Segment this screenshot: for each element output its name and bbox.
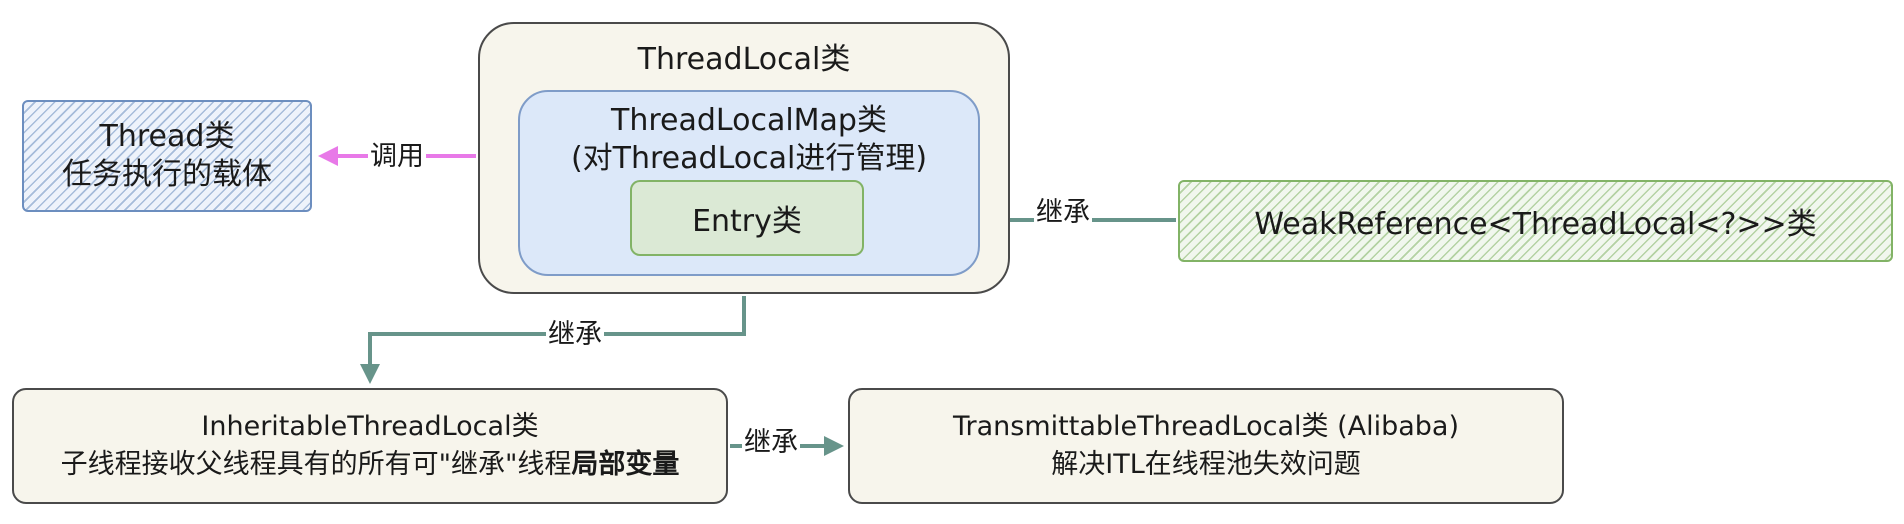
thread-class-title: Thread类 [99,119,235,154]
call-edge-label: 调用 [368,140,426,174]
inherit-down-edge-label: 继承 [546,318,604,352]
inheritablethreadlocal-class-description: 子线程接收父线程具有的所有可"继承"线程局部变量 [61,446,680,484]
threadlocalmap-class-title: ThreadLocalMap类 [611,103,887,138]
weakreference-class-label: WeakReference<ThreadLocal<?>>类 [1254,207,1817,242]
threadlocalmap-class-description: (对ThreadLocal进行管理) [570,141,928,176]
transmittablethreadlocal-class-description: 解决ITL在线程池失效问题 [1051,449,1361,480]
thread-class-box: Thread类 任务执行的载体 [22,100,312,212]
inheritablethreadlocal-class-box: InheritableThreadLocal类 子线程接收父线程具有的所有可"继… [12,388,728,504]
thread-class-description: 任务执行的载体 [62,157,272,192]
entry-class-label: Entry类 [692,204,802,239]
transmittablethreadlocal-class-box: TransmittableThreadLocal类 (Alibaba) 解决IT… [848,388,1564,504]
inheritable-description-bold: 局部变量 [571,449,680,480]
inherit-entry-edge-label: 继承 [1034,196,1092,230]
inheritablethreadlocal-class-title: InheritableThreadLocal类 [201,411,539,442]
inheritable-description-text: 子线程接收父线程具有的所有可"继承"线程 [60,449,572,480]
entry-class-box: Entry类 [630,180,864,256]
inherit-right-edge-label: 继承 [742,426,800,460]
weakreference-class-box: WeakReference<ThreadLocal<?>>类 [1178,180,1893,262]
threadlocal-class-title: ThreadLocal类 [637,42,851,77]
transmittablethreadlocal-class-title: TransmittableThreadLocal类 (Alibaba) [953,411,1459,442]
